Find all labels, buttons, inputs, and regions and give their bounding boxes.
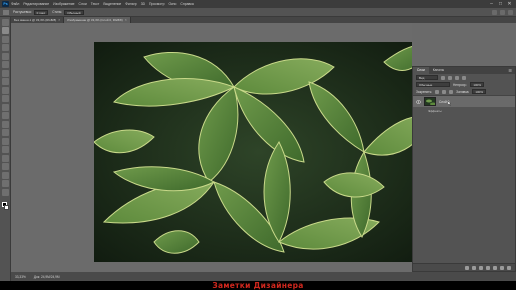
quick-select-tool-icon[interactable] bbox=[2, 44, 9, 51]
menu-view[interactable]: Просмотр bbox=[149, 2, 165, 6]
opacity-label: Непрозр.: bbox=[453, 82, 468, 87]
menu-bar: Ps Файл Редактирование Изображение Слои … bbox=[0, 0, 516, 8]
lock-pixels-icon[interactable] bbox=[435, 89, 440, 94]
photoshop-logo-icon: Ps bbox=[2, 1, 9, 7]
blend-mode-select[interactable]: Обычные bbox=[416, 82, 450, 87]
type-tool-icon[interactable] bbox=[2, 154, 9, 162]
lock-position-icon[interactable] bbox=[442, 89, 447, 94]
filter-adjustment-icon[interactable] bbox=[448, 75, 452, 80]
eyedropper-tool-icon[interactable] bbox=[2, 69, 9, 77]
trash-icon[interactable] bbox=[507, 265, 511, 270]
minimize-button[interactable]: – bbox=[487, 1, 496, 7]
filter-pixel-icon[interactable] bbox=[441, 75, 445, 80]
marquee-tool-icon[interactable] bbox=[3, 9, 9, 15]
tab-channels[interactable]: Каналы bbox=[429, 67, 448, 74]
blur-tool-icon[interactable] bbox=[2, 129, 9, 136]
style-select[interactable]: Обычный bbox=[64, 9, 84, 15]
menu-3d[interactable]: 3D bbox=[141, 2, 145, 6]
marquee-tool-icon[interactable] bbox=[2, 27, 9, 34]
fill-input[interactable]: 100% bbox=[472, 89, 486, 94]
filter-type-icon[interactable] bbox=[455, 75, 459, 80]
options-bar: Растушевка: 0 пикс Стиль: Обычный bbox=[0, 8, 516, 17]
zoom-level[interactable]: 33,33% bbox=[15, 275, 26, 279]
mask-icon[interactable] bbox=[479, 265, 483, 270]
menu-image[interactable]: Изображение bbox=[53, 2, 74, 6]
photoshop-window: Ps Файл Редактирование Изображение Слои … bbox=[0, 0, 516, 281]
video-caption: Заметки Дизайнера bbox=[212, 281, 304, 290]
search-icon[interactable] bbox=[492, 9, 497, 15]
link-layers-icon[interactable] bbox=[465, 265, 469, 270]
style-option: Стиль: Обычный bbox=[52, 9, 84, 15]
share-icon[interactable] bbox=[508, 9, 513, 15]
workspace-icon[interactable] bbox=[500, 9, 505, 15]
lock-label: Закрепить: bbox=[416, 89, 433, 94]
window-controls: – □ ✕ bbox=[487, 0, 514, 8]
options-right-icons bbox=[492, 9, 513, 15]
crop-tool-icon[interactable] bbox=[2, 52, 9, 60]
clone-stamp-tool-icon[interactable] bbox=[2, 95, 9, 102]
menu-layers[interactable]: Слои bbox=[79, 2, 87, 6]
healing-brush-tool-icon[interactable] bbox=[2, 78, 9, 85]
menu-type[interactable]: Текст bbox=[91, 2, 100, 6]
menu-file[interactable]: Файл bbox=[11, 2, 19, 6]
eye-icon[interactable] bbox=[416, 99, 421, 104]
layer-effects-item[interactable]: Эффекты bbox=[413, 107, 515, 114]
effects-label: Эффекты bbox=[428, 108, 442, 113]
layers-panel-footer bbox=[413, 263, 515, 271]
new-layer-icon[interactable] bbox=[500, 265, 504, 270]
rectangle-tool-icon[interactable] bbox=[2, 171, 9, 179]
pen-tool-icon[interactable] bbox=[2, 146, 9, 153]
feather-input[interactable]: 0 пикс bbox=[33, 9, 49, 15]
layers-panel: Слои Каналы ☰ Вид Обычные Непрозр.: 100%… bbox=[412, 66, 516, 272]
opacity-input[interactable]: 100% bbox=[470, 82, 485, 87]
menu-edit[interactable]: Редактирование bbox=[23, 2, 49, 6]
tab-layers[interactable]: Слои bbox=[413, 67, 429, 74]
menu-filter[interactable]: Фильтр bbox=[125, 2, 136, 6]
leaves-photo bbox=[94, 42, 424, 262]
mouse-cursor-icon bbox=[448, 101, 451, 106]
fill-label: Заливка: bbox=[456, 89, 470, 94]
background-color-swatch[interactable] bbox=[4, 205, 9, 210]
document-image-leaves[interactable] bbox=[94, 42, 424, 262]
gradient-tool-icon[interactable] bbox=[2, 120, 9, 128]
brush-tool-icon[interactable] bbox=[2, 86, 9, 94]
hand-tool-icon[interactable] bbox=[2, 180, 9, 187]
menu-window[interactable]: Окно bbox=[169, 2, 177, 6]
filter-kind-select[interactable]: Вид bbox=[416, 75, 438, 80]
fx-icon[interactable] bbox=[472, 265, 476, 270]
maximize-button[interactable]: □ bbox=[496, 1, 505, 7]
tools-panel bbox=[0, 17, 11, 281]
feather-option: Растушевка: 0 пикс bbox=[13, 9, 49, 15]
layer-row[interactable]: Слой 0 bbox=[413, 95, 515, 107]
eraser-tool-icon[interactable] bbox=[2, 112, 9, 119]
style-label: Стиль: bbox=[52, 10, 63, 14]
caption-bar: Заметки Дизайнера bbox=[0, 281, 516, 290]
menu-help[interactable]: Справка bbox=[180, 2, 193, 6]
dodge-tool-icon[interactable] bbox=[2, 137, 9, 145]
path-select-tool-icon[interactable] bbox=[2, 163, 9, 170]
layers-panel-tabs: Слои Каналы ☰ bbox=[413, 67, 515, 74]
panel-menu-icon[interactable]: ☰ bbox=[508, 67, 512, 74]
frame-tool-icon[interactable] bbox=[2, 61, 9, 68]
menu-select[interactable]: Выделение bbox=[103, 2, 121, 6]
lasso-tool-icon[interactable] bbox=[2, 35, 9, 43]
filter-shape-icon[interactable] bbox=[462, 75, 466, 80]
zoom-tool-icon[interactable] bbox=[2, 188, 9, 196]
lock-row: Закрепить: Заливка: 100% bbox=[413, 88, 515, 95]
adjustment-layer-icon[interactable] bbox=[486, 265, 490, 270]
status-bar: 33,33% Док: 24,9M/24,9M bbox=[11, 272, 516, 281]
blend-row: Обычные Непрозр.: 100% bbox=[413, 81, 515, 88]
history-brush-tool-icon[interactable] bbox=[2, 103, 9, 111]
layer-filter-row: Вид bbox=[413, 74, 515, 81]
close-button[interactable]: ✕ bbox=[505, 1, 514, 7]
document-info[interactable]: Док: 24,9M/24,9M bbox=[34, 275, 60, 279]
lock-all-icon[interactable] bbox=[449, 89, 454, 94]
layer-thumbnail bbox=[424, 97, 436, 106]
move-tool-icon[interactable] bbox=[2, 18, 9, 26]
group-icon[interactable] bbox=[493, 265, 497, 270]
feather-label: Растушевка: bbox=[13, 10, 32, 14]
